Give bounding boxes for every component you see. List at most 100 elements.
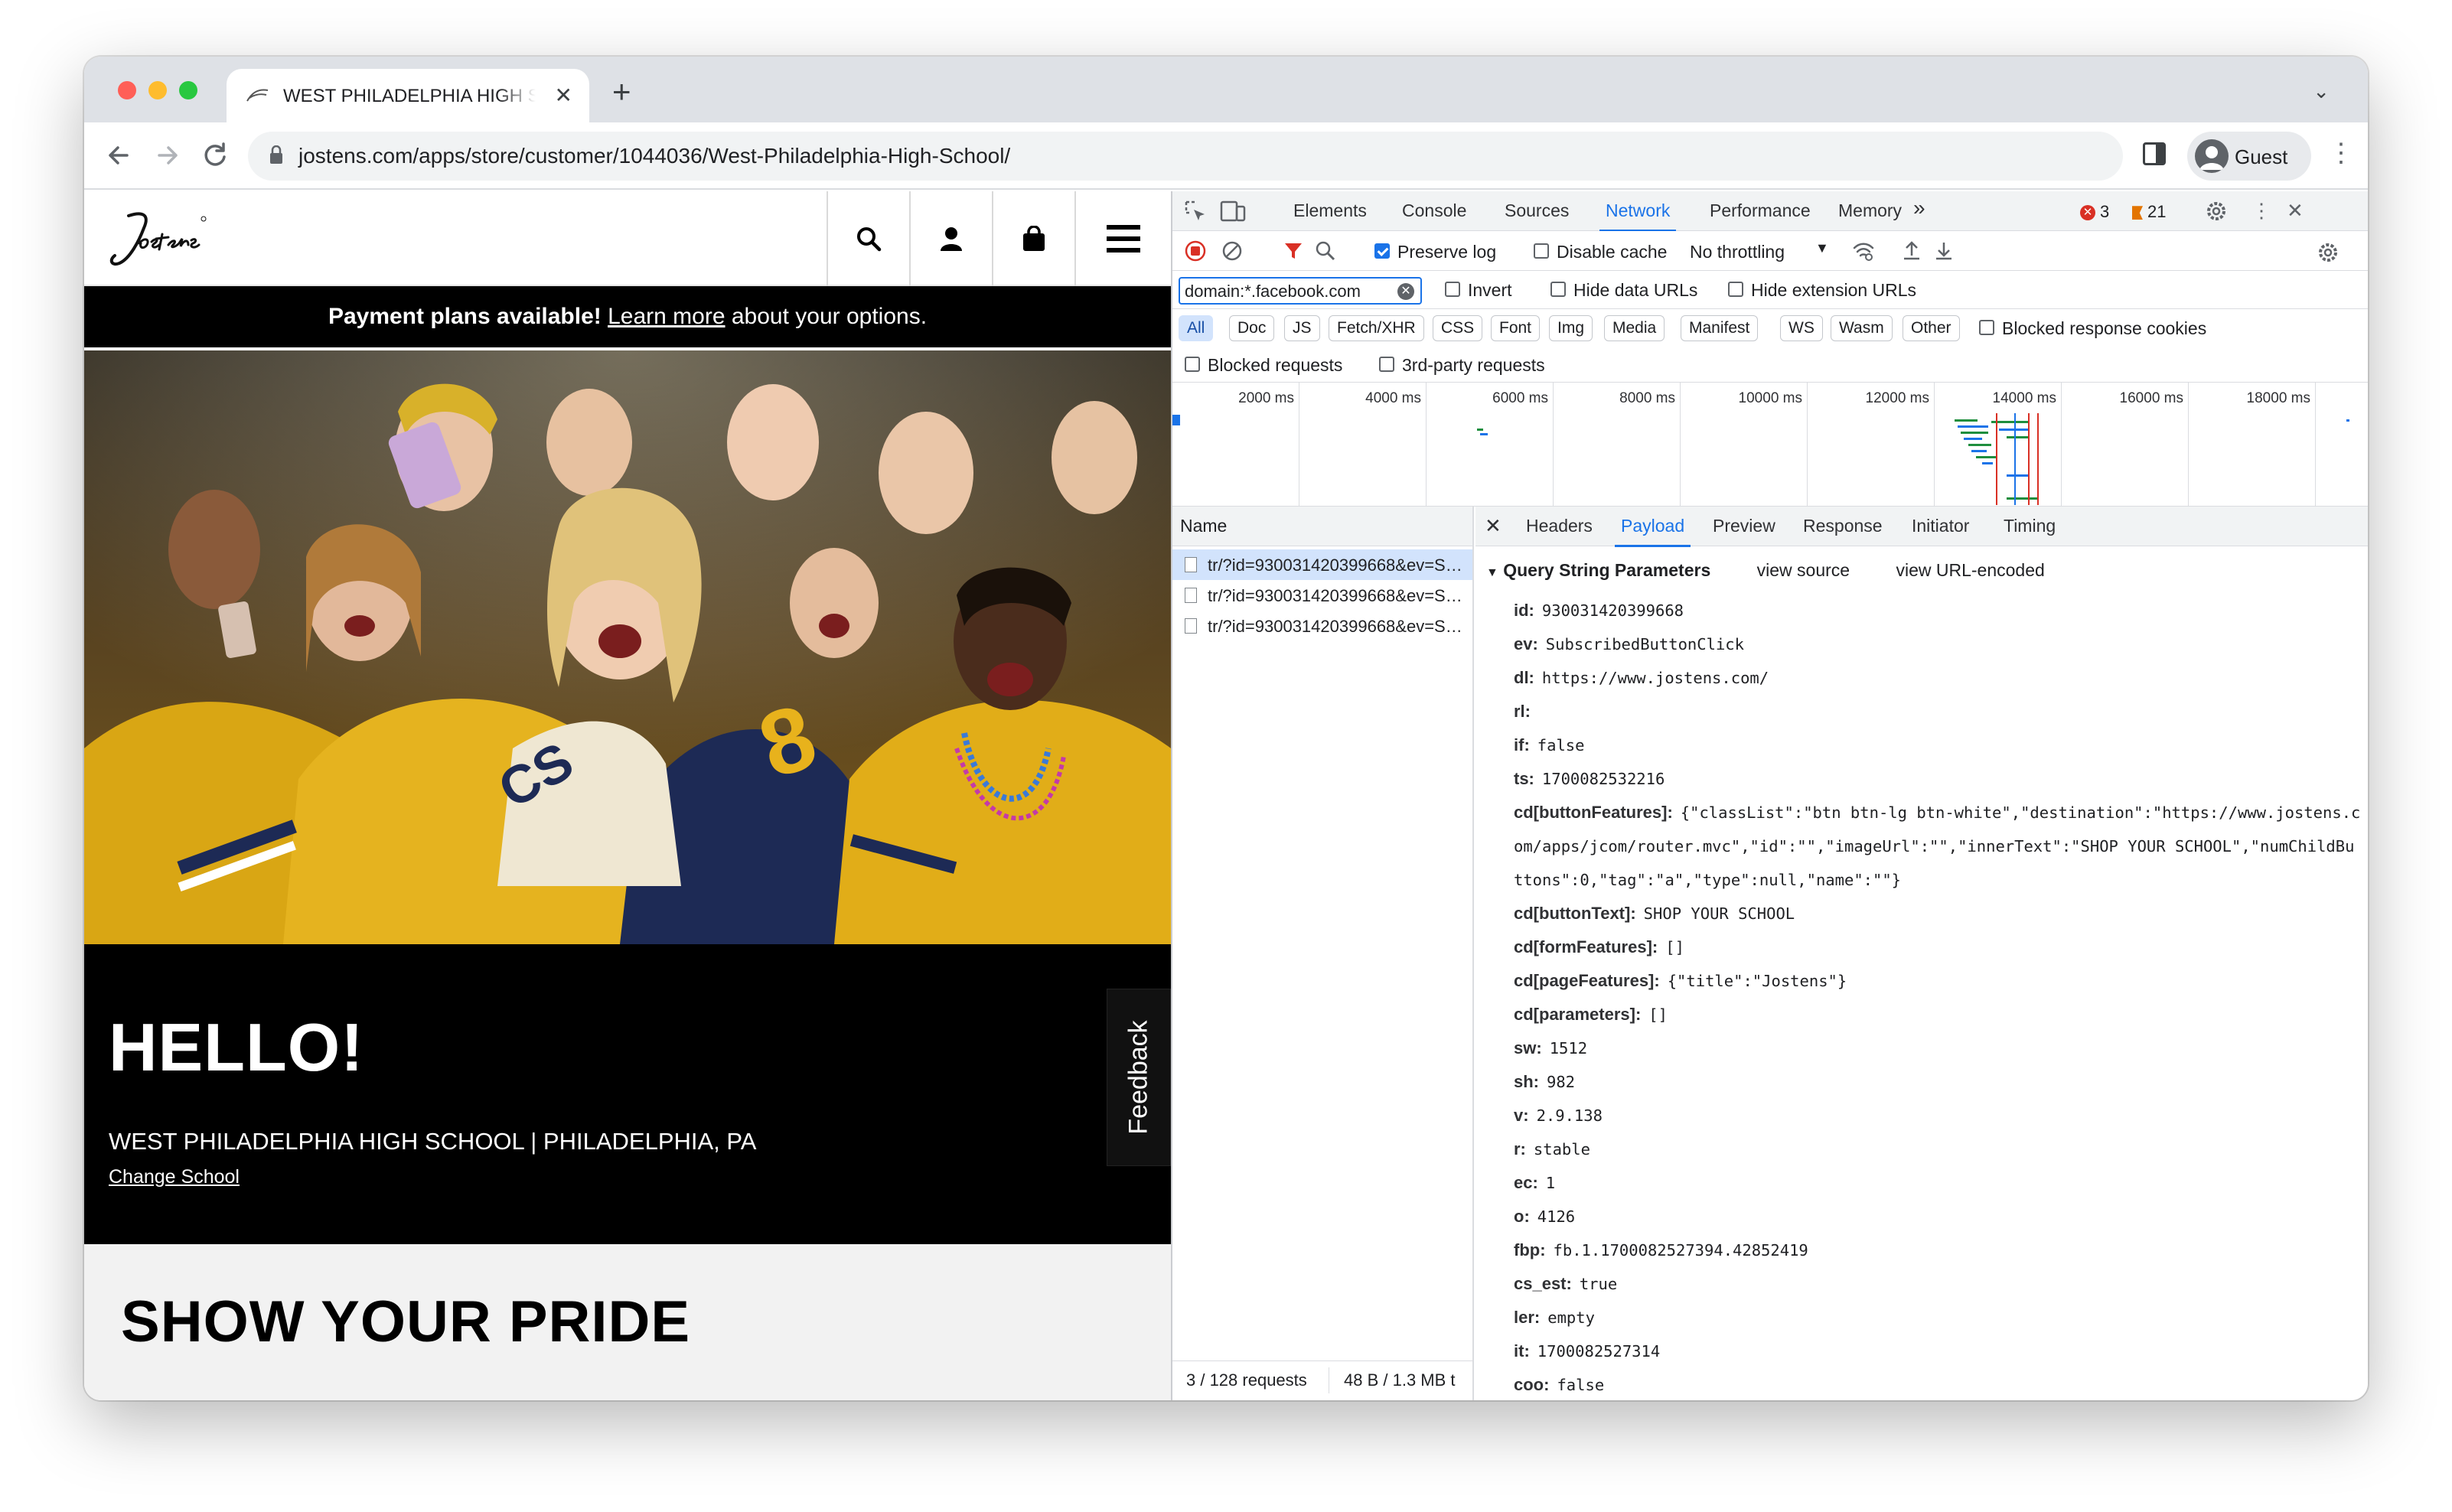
account-button[interactable] bbox=[909, 191, 992, 286]
tab-console[interactable]: Console bbox=[1402, 200, 1466, 221]
param-row: o: 4126 bbox=[1514, 1200, 2363, 1233]
tab-timing[interactable]: Timing bbox=[2004, 516, 2056, 536]
browser-toolbar: jostens.com/apps/store/customer/1044036/… bbox=[84, 122, 2368, 190]
tab-initiator[interactable]: Initiator bbox=[1912, 516, 1969, 536]
network-conditions-icon[interactable] bbox=[1852, 240, 1875, 262]
address-bar[interactable]: jostens.com/apps/store/customer/1044036/… bbox=[248, 132, 2123, 181]
record-stop-icon[interactable] bbox=[1185, 240, 1206, 262]
change-school-link[interactable]: Change School bbox=[109, 1166, 240, 1188]
request-row[interactable]: tr/?id=930031420399668&ev=SubscribedButt… bbox=[1172, 580, 1472, 611]
type-media[interactable]: Media bbox=[1604, 315, 1665, 341]
side-panel-icon[interactable] bbox=[2143, 142, 2166, 165]
forward-icon[interactable] bbox=[148, 136, 187, 174]
clear-filter-icon[interactable]: ✕ bbox=[1397, 283, 1414, 300]
filter-icon[interactable] bbox=[1283, 240, 1304, 262]
search-button[interactable] bbox=[827, 191, 909, 286]
type-css[interactable]: CSS bbox=[1433, 315, 1483, 341]
type-doc[interactable]: Doc bbox=[1229, 315, 1275, 341]
school-name: WEST PHILADELPHIA HIGH SCHOOL | PHILADEL… bbox=[109, 1128, 757, 1155]
export-har-icon[interactable] bbox=[1933, 240, 1955, 262]
lock-icon[interactable] bbox=[269, 145, 283, 165]
more-tabs-icon[interactable]: » bbox=[1913, 196, 1925, 220]
error-count-badge[interactable]: ✕ 3 bbox=[2080, 202, 2109, 222]
tab-headers[interactable]: Headers bbox=[1526, 516, 1593, 536]
type-img[interactable]: Img bbox=[1549, 315, 1593, 341]
param-row: ev: SubscribedButtonClick bbox=[1514, 627, 2363, 661]
feedback-button[interactable]: Feedback bbox=[1107, 989, 1171, 1166]
devtools-menu-icon[interactable]: ⋮ bbox=[2251, 199, 2271, 222]
browser-tab[interactable]: WEST PHILADELPHIA HIGH SCHOOL ✕ bbox=[227, 69, 589, 122]
invert-checkbox[interactable] bbox=[1445, 282, 1460, 297]
network-overview-timeline[interactable]: 2000 ms 4000 ms 6000 ms 8000 ms 10000 ms… bbox=[1172, 383, 2368, 507]
filter-text[interactable] bbox=[1185, 280, 1391, 303]
disable-cache-checkbox[interactable] bbox=[1534, 243, 1549, 259]
learn-more-link[interactable]: Learn more bbox=[608, 304, 725, 329]
tab-search-icon[interactable]: ⌄ bbox=[2313, 80, 2330, 103]
url-text[interactable]: jostens.com/apps/store/customer/1044036/… bbox=[298, 144, 1010, 168]
search-icon[interactable] bbox=[1315, 240, 1336, 262]
jostens-logo[interactable] bbox=[106, 205, 220, 274]
type-all[interactable]: All bbox=[1179, 315, 1214, 341]
param-key: o: bbox=[1514, 1207, 1530, 1226]
hide-data-urls-checkbox[interactable] bbox=[1550, 282, 1566, 297]
type-wasm[interactable]: Wasm bbox=[1831, 315, 1893, 341]
request-row[interactable]: tr/?id=930031420399668&ev=SubscribedButt… bbox=[1172, 611, 1472, 641]
promo-banner: Payment plans available! Learn more abou… bbox=[84, 286, 1171, 347]
preserve-log-checkbox[interactable] bbox=[1374, 243, 1390, 259]
tab-elements[interactable]: Elements bbox=[1293, 200, 1367, 221]
close-window-button[interactable] bbox=[118, 81, 136, 99]
tab-memory[interactable]: Memory bbox=[1838, 200, 1902, 221]
tab-response[interactable]: Response bbox=[1803, 516, 1883, 536]
profile-button[interactable]: Guest bbox=[2187, 132, 2311, 181]
param-key: cd[parameters]: bbox=[1514, 1005, 1642, 1024]
type-other[interactable]: Other bbox=[1903, 315, 1960, 341]
request-row[interactable]: tr/?id=930031420399668&ev=SubscribedButt… bbox=[1172, 549, 1472, 580]
inspect-element-icon[interactable] bbox=[1183, 199, 1208, 223]
tab-payload[interactable]: Payload bbox=[1614, 516, 1691, 547]
zoom-window-button[interactable] bbox=[179, 81, 197, 99]
back-icon[interactable] bbox=[99, 136, 138, 174]
transfer-size: 48 B / 1.3 MB t bbox=[1344, 1370, 1456, 1390]
close-devtools-icon[interactable]: ✕ bbox=[2287, 199, 2304, 222]
tab-network[interactable]: Network bbox=[1599, 200, 1677, 232]
menu-button[interactable] bbox=[1074, 191, 1171, 286]
tab-close-icon[interactable]: ✕ bbox=[555, 84, 572, 107]
network-settings-icon[interactable] bbox=[2316, 240, 2340, 265]
param-value: false bbox=[1557, 1376, 1605, 1394]
reload-icon[interactable] bbox=[196, 136, 234, 174]
new-tab-button[interactable]: + bbox=[612, 76, 631, 108]
blocked-requests-checkbox[interactable] bbox=[1185, 357, 1200, 372]
tab-sources[interactable]: Sources bbox=[1505, 200, 1569, 221]
import-har-icon[interactable] bbox=[1901, 240, 1922, 262]
param-key: rl: bbox=[1514, 702, 1531, 721]
throttling-select[interactable]: No throttling bbox=[1690, 242, 1785, 262]
filter-input[interactable]: ✕ bbox=[1179, 277, 1422, 305]
type-js[interactable]: JS bbox=[1284, 315, 1320, 341]
query-string-section-header[interactable]: ▼ Query String Parameters view source vi… bbox=[1486, 560, 2045, 581]
clear-log-icon[interactable] bbox=[1221, 240, 1243, 262]
name-column-header[interactable]: Name bbox=[1172, 507, 1472, 546]
blocked-requests-label: Blocked requests bbox=[1208, 355, 1343, 375]
third-party-checkbox[interactable] bbox=[1379, 357, 1394, 372]
warning-count-badge[interactable]: 21 bbox=[2132, 202, 2166, 222]
throttling-dropdown-icon[interactable]: ▼ bbox=[1815, 240, 1829, 256]
view-source-link[interactable]: view source bbox=[1757, 560, 1850, 580]
type-font[interactable]: Font bbox=[1491, 315, 1541, 341]
tab-performance[interactable]: Performance bbox=[1710, 200, 1811, 221]
view-url-encoded-link[interactable]: view URL-encoded bbox=[1896, 560, 2044, 580]
settings-gear-icon[interactable] bbox=[2204, 199, 2229, 223]
type-fetch-xhr[interactable]: Fetch/XHR bbox=[1329, 315, 1424, 341]
tab-preview[interactable]: Preview bbox=[1713, 516, 1775, 536]
blocked-response-cookies-checkbox[interactable] bbox=[1979, 320, 1994, 335]
promo-rest: about your options. bbox=[731, 304, 928, 329]
hide-extension-urls-checkbox[interactable] bbox=[1728, 282, 1743, 297]
close-detail-icon[interactable]: ✕ bbox=[1485, 514, 1502, 538]
cart-button[interactable] bbox=[992, 191, 1074, 286]
param-value: fb.1.1700082527394.42852419 bbox=[1553, 1241, 1808, 1259]
type-ws[interactable]: WS bbox=[1780, 315, 1823, 341]
collapse-triangle-icon[interactable]: ▼ bbox=[1486, 566, 1498, 579]
type-manifest[interactable]: Manifest bbox=[1681, 315, 1759, 341]
menu-icon[interactable]: ⋮ bbox=[2328, 138, 2354, 168]
device-toolbar-icon[interactable] bbox=[1220, 199, 1246, 223]
minimize-window-button[interactable] bbox=[148, 81, 167, 99]
